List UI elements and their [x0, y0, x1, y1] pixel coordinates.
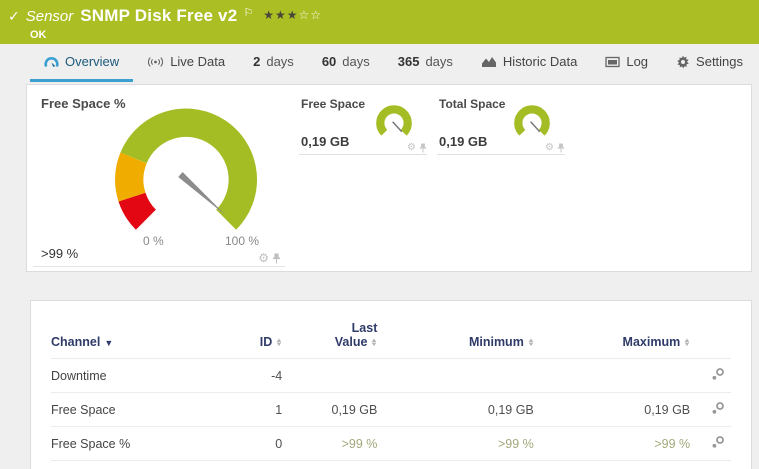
priority-stars[interactable]: ★★★☆☆ — [263, 8, 322, 22]
channel-table: Channel ▼ ID ▲ ▼ Last Value ▲ ▼ Minimum ▲ ▼ Maxi… — [51, 315, 731, 469]
tab-365-days[interactable]: 365 days — [384, 44, 467, 82]
overview-panel: Free Space % >99 % 0 % 100 % ⚙ Free Spac… — [26, 84, 752, 272]
gauge-settings-gear-icon[interactable]: ⚙ — [258, 252, 269, 264]
gauge-scale-max: 100 % — [225, 234, 260, 248]
sort-arrows-icon: ▲ ▼ — [275, 337, 284, 348]
table-row-total-space[interactable]: Total Space 2 0,19 GB 0,19 GB 0,19 GB — [51, 460, 731, 469]
channel-settings-icon[interactable] — [711, 367, 725, 381]
sort-arrows-icon: ▲ ▼ — [526, 337, 535, 348]
table-row-free-space[interactable]: Free Space 1 0,19 GB 0,19 GB 0,19 GB — [51, 392, 731, 427]
free-space-widget: Free Space 0,19 GB ⚙ — [299, 95, 427, 155]
free-space-pin-icon[interactable] — [419, 143, 427, 153]
table-row-free-space-pct[interactable]: Free Space % 0 >99 % >99 % >99 % — [51, 426, 731, 461]
total-space-gauge — [514, 105, 550, 136]
stars-filled[interactable]: ★★★ — [263, 8, 298, 22]
col-header-channel[interactable]: Channel ▼ — [51, 315, 221, 359]
free-space-label: Free Space — [301, 97, 366, 111]
tab-settings[interactable]: Settings — [662, 44, 757, 82]
channel-settings-icon[interactable] — [711, 435, 725, 449]
tab-bar: Overview Live Data 2 days 60 days 365 da… — [0, 44, 759, 82]
gauge-pin-icon[interactable] — [272, 253, 281, 264]
settings-gear-icon — [677, 55, 689, 68]
historic-chart-icon — [481, 57, 496, 67]
live-signal-icon — [148, 56, 164, 67]
free-space-gauge — [376, 105, 412, 136]
sensor-kind-label: Sensor — [25, 8, 74, 25]
col-header-maximum[interactable]: Maximum ▲ ▼ — [534, 315, 692, 359]
tab-overview[interactable]: Overview — [30, 44, 134, 82]
channel-table-panel: Channel ▼ ID ▲ ▼ Last Value ▲ ▼ Minimum ▲ ▼ Maxi… — [30, 300, 752, 469]
free-space-value: 0,19 GB — [301, 134, 350, 149]
stars-empty[interactable]: ☆☆ — [299, 8, 323, 22]
gauge-scale-min: 0 % — [143, 234, 164, 248]
flag-icon[interactable]: ⚐ — [243, 6, 253, 19]
gauge-needle — [178, 172, 227, 216]
tab-live-data[interactable]: Live Data — [133, 44, 239, 82]
table-row-downtime[interactable]: Downtime -4 — [51, 358, 731, 393]
tab-log[interactable]: Log — [591, 44, 662, 82]
status-badge: OK — [30, 29, 47, 41]
total-space-label: Total Space — [439, 97, 506, 111]
col-header-last-value[interactable]: Last Value ▲ ▼ — [282, 315, 379, 359]
sort-desc-caret-icon: ▼ — [104, 338, 114, 348]
tab-historic-data[interactable]: Historic Data — [467, 44, 591, 82]
sort-arrows-icon: ▲ ▼ — [683, 337, 692, 348]
sensor-title: SNMP Disk Free v2 — [80, 6, 238, 25]
col-header-settings — [690, 315, 731, 359]
tab-60-days[interactable]: 60 days — [308, 44, 384, 82]
total-space-gear-icon[interactable]: ⚙ — [545, 143, 554, 153]
tab-2-days[interactable]: 2 days — [239, 44, 308, 82]
sensor-header: ✓ Sensor SNMP Disk Free v2 ⚐ ★★★☆☆ OK — [0, 0, 759, 44]
col-header-minimum[interactable]: Minimum ▲ ▼ — [377, 315, 535, 359]
free-space-gear-icon[interactable]: ⚙ — [407, 143, 416, 153]
free-space-pct-gauge — [115, 108, 257, 230]
sort-arrows-icon: ▲ ▼ — [370, 337, 379, 348]
status-check-icon: ✓ — [8, 8, 20, 24]
col-header-id[interactable]: ID ▲ ▼ — [221, 315, 284, 359]
gauge-current-value: >99 % — [41, 246, 79, 261]
channel-settings-icon[interactable] — [711, 401, 725, 415]
total-space-widget: Total Space 0,19 GB ⚙ — [437, 95, 565, 155]
total-space-value: 0,19 GB — [439, 134, 488, 149]
log-icon — [605, 56, 620, 67]
gauge-icon — [44, 56, 59, 67]
free-space-pct-gauge-widget: Free Space % >99 % 0 % 100 % ⚙ — [33, 89, 285, 267]
total-space-pin-icon[interactable] — [557, 143, 565, 153]
